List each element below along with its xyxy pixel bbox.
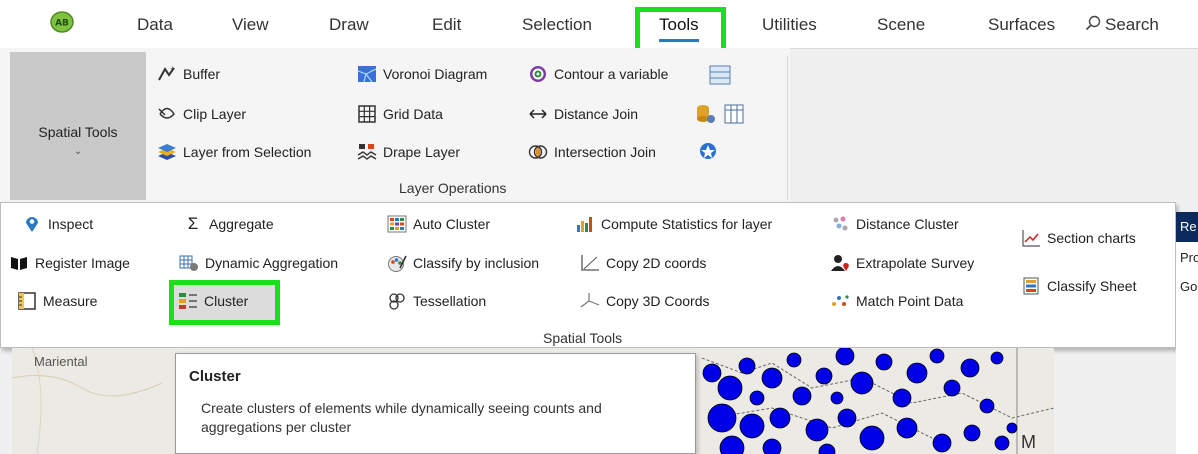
axes-2d-icon	[580, 254, 600, 272]
drape-layer-icon	[357, 143, 377, 161]
app-logo-icon[interactable]: AB	[49, 10, 75, 34]
search-icon	[1085, 1, 1101, 51]
tab-edit[interactable]: Edit	[432, 0, 461, 48]
auto-cluster-button[interactable]: Auto Cluster	[387, 213, 490, 235]
cluster-icon	[178, 292, 198, 310]
tab-selection[interactable]: Selection	[522, 0, 592, 48]
match-points-icon	[830, 292, 850, 310]
palette-icon	[387, 254, 407, 272]
register-image-button[interactable]: Register Image	[9, 252, 130, 274]
svg-text:+: +	[170, 65, 175, 74]
buffer-icon: +	[157, 65, 177, 83]
chevron-down-icon: ⌄	[73, 146, 83, 157]
measure-icon	[17, 292, 37, 310]
cluster-button[interactable]: Cluster	[178, 290, 248, 312]
tab-data[interactable]: Data	[137, 0, 173, 48]
database-settings-icon[interactable]	[695, 104, 717, 127]
classify-by-inclusion-button[interactable]: Classify by inclusion	[387, 252, 539, 274]
user-location-icon	[830, 254, 850, 272]
cluster-dots	[702, 348, 1018, 454]
register-image-icon	[9, 254, 29, 272]
voronoi-diagram-button[interactable]: Voronoi Diagram	[357, 63, 487, 85]
classify-sheet-button[interactable]: Classify Sheet	[1021, 275, 1136, 297]
tab-utilities[interactable]: Utilities	[762, 0, 817, 48]
aggregate-button[interactable]: Σ Aggregate	[183, 213, 274, 235]
layer-from-selection-button[interactable]: Layer from Selection	[157, 141, 311, 163]
cluster-tooltip: Cluster Create clusters of elements whil…	[175, 353, 696, 454]
table-lines-icon[interactable]	[709, 65, 731, 88]
active-tab-underline	[659, 39, 699, 42]
search-box[interactable]: Search	[1085, 0, 1159, 48]
extrapolate-survey-button[interactable]: Extrapolate Survey	[830, 252, 974, 274]
tooltip-description: Create clusters of elements while dynami…	[201, 400, 602, 435]
intersection-join-button[interactable]: Intersection Join	[528, 141, 656, 163]
inspect-button[interactable]: Inspect	[22, 213, 93, 235]
line-chart-icon	[1021, 229, 1041, 247]
right-side-panel	[1176, 212, 1198, 454]
bar-chart-icon	[575, 215, 595, 233]
map-edge-label: M	[1021, 432, 1036, 452]
drape-layer-button[interactable]: Drape Layer	[357, 141, 460, 163]
right-panel-row-1[interactable]: Re	[1180, 219, 1198, 234]
layer-operations-label: Layer Operations	[399, 180, 507, 196]
voronoi-icon	[357, 65, 377, 83]
spatial-tools-label: Spatial Tools	[38, 124, 118, 140]
layer-stack-icon	[157, 143, 177, 161]
copy-2d-coords-button[interactable]: Copy 2D coords	[580, 252, 706, 274]
globe-icon[interactable]	[699, 142, 717, 163]
ribbon-divider	[787, 56, 788, 200]
buffer-button[interactable]: + Buffer	[157, 63, 220, 85]
dynamic-aggregation-icon	[179, 254, 199, 272]
contour-variable-button[interactable]: Contour a variable	[528, 63, 668, 85]
copy-3d-coords-button[interactable]: Copy 3D Coords	[580, 290, 710, 312]
match-point-data-button[interactable]: Match Point Data	[830, 290, 963, 312]
clip-layer-icon	[157, 105, 177, 123]
map-place-label: Mariental	[34, 354, 88, 369]
tab-scene[interactable]: Scene	[877, 0, 925, 48]
ribbon-tab-bar: AB Data View Draw Edit Selection Tools U…	[0, 0, 1198, 49]
svg-text:AB: AB	[55, 19, 69, 29]
double-arrow-icon	[528, 105, 548, 123]
measure-button[interactable]: Measure	[17, 290, 97, 312]
grid-icon	[357, 105, 377, 123]
intersection-icon	[528, 143, 548, 161]
sigma-icon: Σ	[187, 214, 199, 233]
right-panel-row-3[interactable]: Go	[1180, 279, 1198, 294]
auto-cluster-icon	[387, 215, 407, 233]
tab-surfaces[interactable]: Surfaces	[988, 0, 1055, 48]
section-charts-button[interactable]: Section charts	[1021, 227, 1136, 249]
spatial-tools-button[interactable]: Spatial Tools ⌄	[10, 52, 146, 200]
contour-icon	[528, 65, 548, 83]
tessellation-icon	[387, 292, 407, 310]
tab-draw[interactable]: Draw	[329, 0, 369, 48]
compute-statistics-button[interactable]: Compute Statistics for layer	[575, 213, 772, 235]
axes-3d-icon	[580, 292, 600, 310]
distance-join-button[interactable]: Distance Join	[528, 103, 638, 125]
dynamic-aggregation-button[interactable]: Dynamic Aggregation	[179, 252, 338, 274]
tooltip-title: Cluster	[189, 368, 241, 385]
distance-cluster-icon	[830, 215, 850, 233]
location-pin-icon	[22, 215, 42, 233]
clip-layer-button[interactable]: Clip Layer	[157, 103, 246, 125]
right-panel-row-2[interactable]: Pro	[1180, 250, 1198, 265]
classify-sheet-icon	[1021, 277, 1041, 295]
tessellation-button[interactable]: Tessellation	[387, 290, 486, 312]
tab-tools[interactable]: Tools	[659, 0, 699, 48]
spatial-tools-group-label: Spatial Tools	[543, 330, 623, 346]
distance-cluster-button[interactable]: Distance Cluster	[830, 213, 959, 235]
tab-view[interactable]: View	[232, 0, 269, 48]
columns-icon[interactable]	[724, 104, 744, 127]
grid-data-button[interactable]: Grid Data	[357, 103, 443, 125]
